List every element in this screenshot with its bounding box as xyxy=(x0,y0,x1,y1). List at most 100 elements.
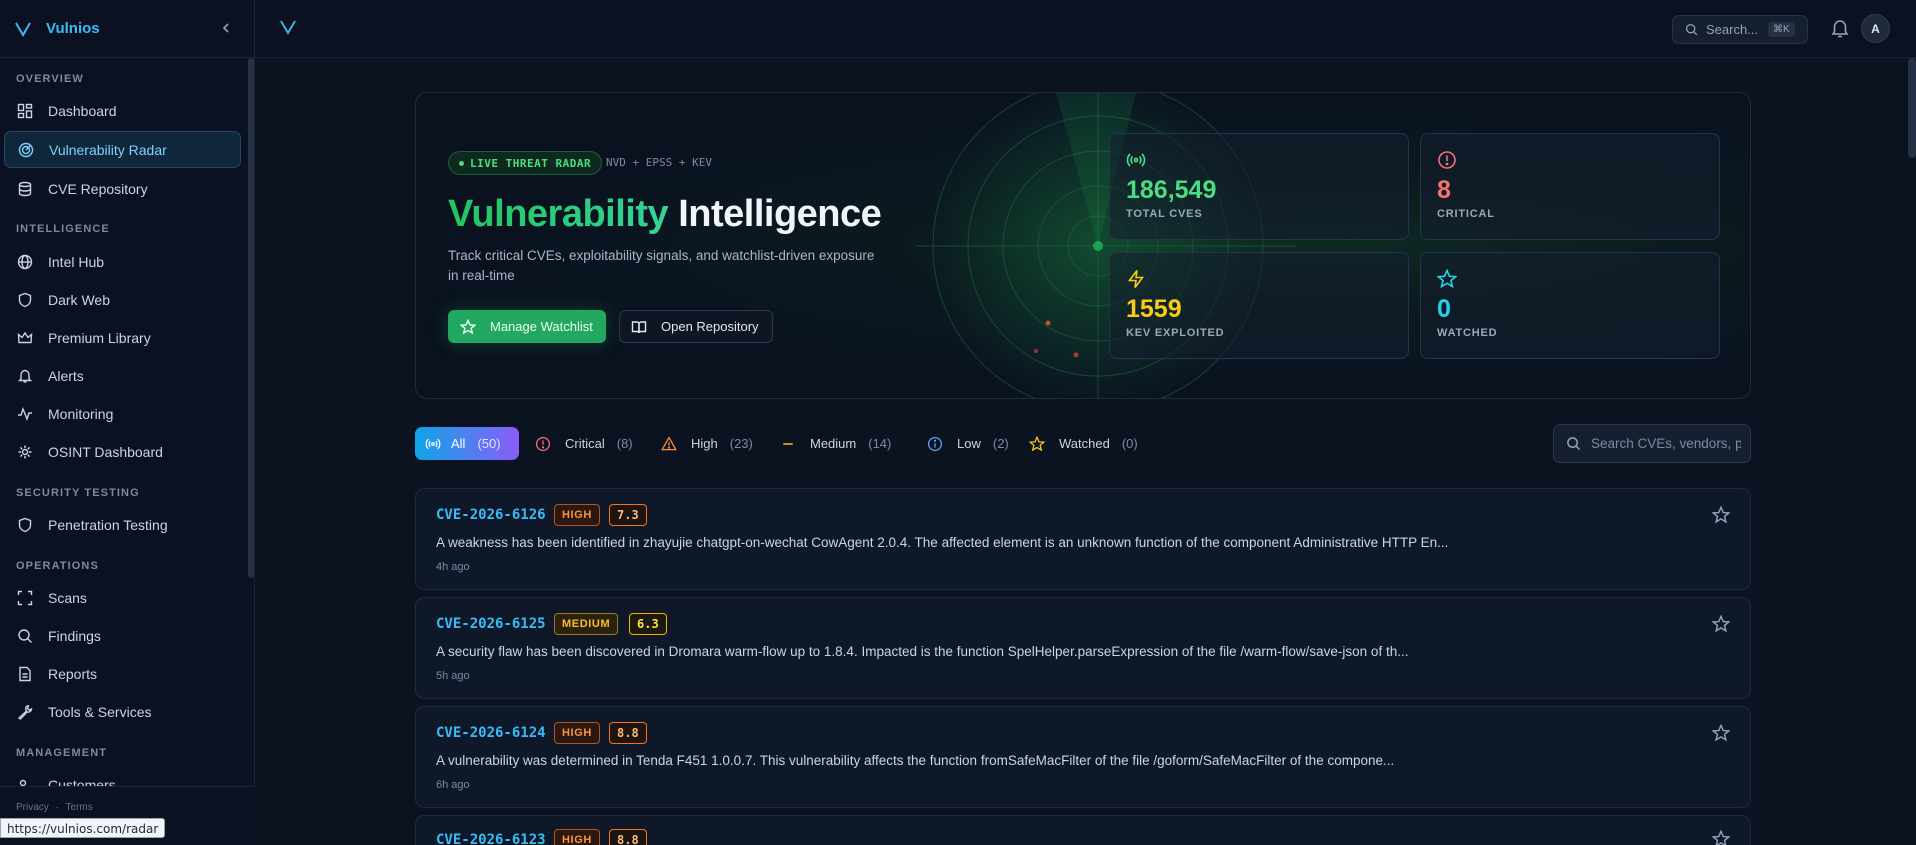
crown-icon xyxy=(16,329,34,347)
stat-label: KEV EXPLOITED xyxy=(1126,327,1225,339)
page-subtitle: Track critical CVEs, exploitability sign… xyxy=(448,248,875,283)
search-icon xyxy=(1567,437,1581,451)
minus-icon xyxy=(783,442,793,445)
bell-icon xyxy=(16,367,34,385)
sidebar-item-dark-web[interactable]: Dark Web xyxy=(4,281,241,318)
cve-description: A weakness has been identified in zhayuj… xyxy=(436,535,1449,550)
tab-count: (2) xyxy=(992,436,1009,451)
watch-star-icon[interactable] xyxy=(1712,830,1730,845)
star-icon xyxy=(1029,435,1045,451)
sidebar-item-label: OSINT Dashboard xyxy=(48,443,163,460)
cvss-score-badge: 8.8 xyxy=(609,722,647,744)
broadcast-icon xyxy=(425,438,441,449)
stat-label: WATCHED xyxy=(1437,327,1498,339)
terms-link[interactable]: Terms xyxy=(66,802,93,813)
main-scrollbar[interactable] xyxy=(1908,58,1916,158)
cve-card[interactable]: CVE-2026-6125 MEDIUM 6.3 A security flaw… xyxy=(415,597,1751,699)
tab-count: (8) xyxy=(616,436,633,451)
cve-search-input[interactable] xyxy=(1591,436,1741,451)
star-icon xyxy=(1437,269,1457,289)
stat-value: 8 xyxy=(1437,176,1451,204)
cve-id-link[interactable]: CVE-2026-6124 xyxy=(436,725,546,741)
tab-watched[interactable]: Watched (0) xyxy=(1019,427,1138,460)
sidebar-item-label: Alerts xyxy=(48,367,84,384)
tab-count: (0) xyxy=(1121,436,1138,451)
open-repository-button[interactable]: Open Repository xyxy=(619,310,773,343)
cve-id-link[interactable]: CVE-2026-6125 xyxy=(436,616,546,632)
sidebar-scrollbar[interactable] xyxy=(248,58,254,578)
stat-kev-exploited: 1559 KEV EXPLOITED xyxy=(1109,252,1409,359)
cve-id-link[interactable]: CVE-2026-6123 xyxy=(436,832,546,845)
tab-medium[interactable]: Medium (14) xyxy=(770,427,891,460)
tab-label: Watched xyxy=(1059,436,1110,451)
tab-label: All xyxy=(451,436,466,451)
sidebar-item-cve-repository[interactable]: CVE Repository xyxy=(4,170,241,207)
stat-watched: 0 WATCHED xyxy=(1420,252,1720,359)
watch-star-icon[interactable] xyxy=(1712,724,1730,742)
sidebar-item-reports[interactable]: Reports xyxy=(4,655,241,692)
topbar: Search... ⌘K A xyxy=(255,0,1916,58)
manage-watchlist-button[interactable]: Manage Watchlist xyxy=(448,310,606,343)
tab-label: Critical xyxy=(565,436,605,451)
cve-age: 4h ago xyxy=(436,561,470,573)
book-open-icon xyxy=(631,320,647,333)
sidebar-item-intel-hub[interactable]: Intel Hub xyxy=(4,243,241,280)
footer-links: Privacy · Terms xyxy=(16,802,97,813)
sidebar-item-tools-services[interactable]: Tools & Services xyxy=(4,693,241,730)
hero-panel: LIVE THREAT RADAR NVD + EPSS + KEV Vulne… xyxy=(415,92,1751,399)
globe-icon xyxy=(16,253,34,271)
sidebar-item-vulnerability-radar[interactable]: Vulnerability Radar xyxy=(4,131,241,168)
nav-section-management: MANAGEMENT xyxy=(16,747,108,759)
notifications-bell-icon[interactable] xyxy=(1829,17,1851,39)
radar-icon xyxy=(17,141,35,159)
live-dot-icon xyxy=(459,160,464,166)
watch-star-icon[interactable] xyxy=(1712,506,1730,524)
sidebar-item-dashboard[interactable]: Dashboard xyxy=(4,92,241,129)
sidebar-item-label: Intel Hub xyxy=(48,253,105,270)
global-search-button[interactable]: Search... ⌘K xyxy=(1672,15,1808,44)
cve-age: 5h ago xyxy=(436,670,470,682)
tab-critical[interactable]: Critical (8) xyxy=(525,427,633,460)
tab-high[interactable]: High (23) xyxy=(651,427,753,460)
button-label: Manage Watchlist xyxy=(490,319,593,334)
footer-separator: · xyxy=(55,802,59,813)
sidebar-item-osint-dashboard[interactable]: OSINT Dashboard xyxy=(4,433,241,470)
collapse-sidebar-button[interactable] xyxy=(216,18,236,38)
live-threat-radar-badge: LIVE THREAT RADAR xyxy=(448,151,603,175)
sidebar-item-label: Monitoring xyxy=(48,405,114,422)
cve-id-link[interactable]: CVE-2026-6126 xyxy=(436,507,546,523)
sidebar-item-label: Dark Web xyxy=(48,291,110,308)
shield-icon xyxy=(16,516,34,534)
stat-total-cves: 186,549 TOTAL CVES xyxy=(1109,133,1409,240)
user-avatar[interactable]: A xyxy=(1861,14,1890,43)
sidebar-item-premium-library[interactable]: Premium Library xyxy=(4,319,241,356)
tab-label: Low xyxy=(957,436,981,451)
cve-age: 6h ago xyxy=(436,779,470,791)
cve-card[interactable]: CVE-2026-6123 HIGH 8.8 xyxy=(415,815,1751,845)
cvss-score-badge: 7.3 xyxy=(609,504,647,526)
tab-count: (23) xyxy=(729,436,753,451)
stat-value: 1559 xyxy=(1126,295,1182,323)
sidebar-item-alerts[interactable]: Alerts xyxy=(4,357,241,394)
vulnios-logo-icon xyxy=(15,21,31,37)
sidebar: Vulnios OVERVIEW Dashboard Vulnerability… xyxy=(0,0,255,845)
sidebar-item-label: Penetration Testing xyxy=(48,516,168,533)
cve-card[interactable]: CVE-2026-6124 HIGH 8.8 A vulnerability w… xyxy=(415,706,1751,808)
button-label: Open Repository xyxy=(661,319,759,334)
cve-card[interactable]: CVE-2026-6126 HIGH 7.3 A weakness has be… xyxy=(415,488,1751,590)
tab-low[interactable]: Low (2) xyxy=(917,427,1009,460)
severity-badge: HIGH xyxy=(554,504,600,526)
global-search-label: Search... xyxy=(1706,22,1759,37)
bolt-icon xyxy=(1127,270,1145,288)
scan-icon xyxy=(16,589,34,607)
sidebar-item-monitoring[interactable]: Monitoring xyxy=(4,395,241,432)
privacy-link[interactable]: Privacy xyxy=(16,802,49,813)
tab-all[interactable]: All (50) xyxy=(415,427,519,460)
sidebar-item-scans[interactable]: Scans xyxy=(4,579,241,616)
tab-count: (14) xyxy=(868,436,892,451)
sidebar-item-findings[interactable]: Findings xyxy=(4,617,241,654)
vulnios-logo-icon[interactable] xyxy=(279,18,297,36)
triangle-alert-icon xyxy=(661,435,677,450)
sidebar-item-penetration-testing[interactable]: Penetration Testing xyxy=(4,506,241,543)
watch-star-icon[interactable] xyxy=(1712,615,1730,633)
